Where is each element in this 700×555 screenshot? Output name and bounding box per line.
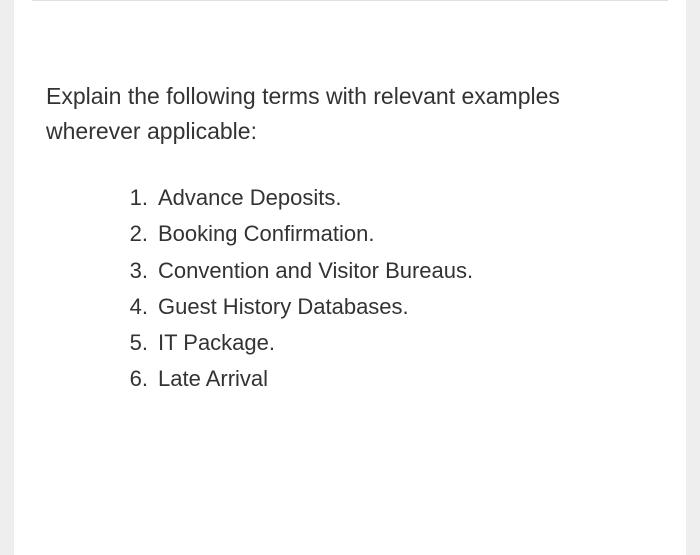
list-number: 4. xyxy=(118,289,148,325)
document-card: Explain the following terms with relevan… xyxy=(14,0,686,555)
list-item: 1. Advance Deposits. xyxy=(118,180,654,216)
list-text: Convention and Visitor Bureaus. xyxy=(158,253,473,289)
list-number: 2. xyxy=(118,216,148,252)
list-text: IT Package. xyxy=(158,325,275,361)
list-number: 3. xyxy=(118,253,148,289)
list-item: 4. Guest History Databases. xyxy=(118,289,654,325)
list-number: 6. xyxy=(118,361,148,397)
list-item: 3. Convention and Visitor Bureaus. xyxy=(118,253,654,289)
list-item: 5. IT Package. xyxy=(118,325,654,361)
list-item: 2. Booking Confirmation. xyxy=(118,216,654,252)
terms-list: 1. Advance Deposits. 2. Booking Confirma… xyxy=(46,180,654,398)
divider xyxy=(32,0,668,19)
question-prompt: Explain the following terms with relevan… xyxy=(46,79,654,148)
list-text: Late Arrival xyxy=(158,361,268,397)
list-number: 1. xyxy=(118,180,148,216)
list-item: 6. Late Arrival xyxy=(118,361,654,397)
list-number: 5. xyxy=(118,325,148,361)
list-text: Booking Confirmation. xyxy=(158,216,374,252)
list-text: Guest History Databases. xyxy=(158,289,409,325)
list-text: Advance Deposits. xyxy=(158,180,341,216)
content-area: Explain the following terms with relevan… xyxy=(14,19,686,398)
